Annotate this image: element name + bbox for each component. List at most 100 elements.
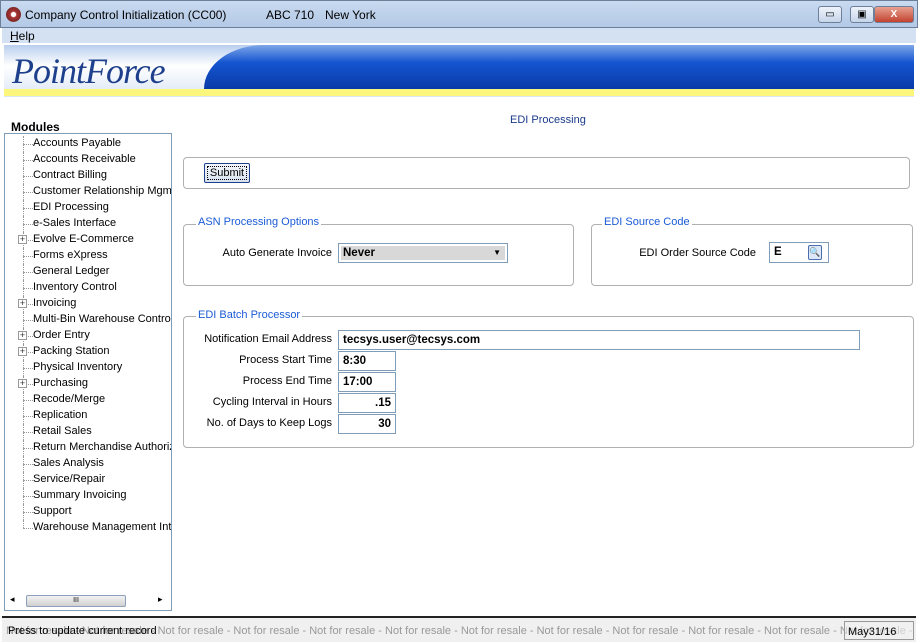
tree-item[interactable]: Return Merchandise Authoriz — [5, 440, 171, 456]
tree-item[interactable]: Accounts Payable — [5, 136, 171, 152]
tree-item-label: Replication — [33, 409, 88, 421]
tree-item-label: Invoicing — [33, 297, 77, 309]
tree-item[interactable]: + Evolve E-Commerce — [5, 232, 171, 248]
tree-item[interactable]: e-Sales Interface — [5, 216, 171, 232]
banner: PointForce — [4, 45, 914, 97]
tree-item[interactable]: Forms eXpress — [5, 248, 171, 264]
tree-item[interactable]: Summary Invoicing — [5, 488, 171, 504]
tree-item-label: Physical Inventory — [33, 361, 123, 373]
menu-bar: Help — [2, 28, 916, 43]
tree-item-label: Summary Invoicing — [33, 489, 127, 501]
page-title: EDI Processing — [510, 114, 586, 126]
location: New York — [325, 8, 376, 22]
batch-field-input[interactable]: 17:00 — [338, 372, 396, 392]
tree-item[interactable]: Contract Billing — [5, 168, 171, 184]
tree-item[interactable]: Multi-Bin Warehouse Control — [5, 312, 171, 328]
minimize-button[interactable]: ▭ — [818, 6, 842, 23]
batch-field-label: Process End Time — [242, 375, 332, 387]
close-button[interactable]: X — [874, 6, 914, 23]
asn-options-legend: ASN Processing Options — [196, 216, 322, 228]
batch-field-input[interactable]: 30 — [338, 414, 396, 434]
auto-invoice-label: Auto Generate Invoice — [222, 247, 332, 259]
batch-field-label: Notification Email Address — [204, 333, 332, 345]
tree-item-label: Accounts Receivable — [33, 153, 136, 165]
menu-help[interactable]: Help — [10, 29, 35, 43]
tree-item-label: Return Merchandise Authoriz — [33, 441, 172, 453]
expand-icon[interactable]: + — [18, 235, 27, 244]
tree-item[interactable]: Service/Repair — [5, 472, 171, 488]
batch-field-input[interactable]: .15 — [338, 393, 396, 413]
batch-field-label: Cycling Interval in Hours — [212, 396, 332, 408]
submit-group — [183, 157, 910, 189]
tree-item[interactable]: Replication — [5, 408, 171, 424]
tree-item[interactable]: EDI Processing — [5, 200, 171, 216]
status-message: Press to update current record — [8, 625, 157, 637]
tree-item[interactable]: + Order Entry — [5, 328, 171, 344]
submit-button[interactable]: Submit — [204, 163, 250, 183]
tree-horizontal-scrollbar[interactable]: ◂ III ▸ — [8, 594, 168, 608]
tree-item-label: Support — [33, 505, 72, 517]
tree-item-label: Packing Station — [33, 345, 110, 357]
lookup-icon[interactable]: 🔍 — [808, 245, 822, 260]
scroll-left-icon[interactable]: ◂ — [10, 594, 15, 605]
tree-item[interactable]: Support — [5, 504, 171, 520]
batch-field-label: No. of Days to Keep Logs — [206, 417, 332, 429]
expand-icon[interactable]: + — [18, 379, 27, 388]
scroll-right-icon[interactable]: ▸ — [158, 594, 163, 605]
source-code-value: E — [774, 246, 782, 258]
modules-tree[interactable]: Accounts Payable Accounts Receivable Contr… — [4, 133, 172, 611]
tree-item[interactable]: Retail Sales — [5, 424, 171, 440]
tree-item-label: Order Entry — [33, 329, 90, 341]
tree-item[interactable]: + Packing Station — [5, 344, 171, 360]
tree-item-label: Sales Analysis — [33, 457, 104, 469]
modules-title: Modules — [11, 120, 60, 134]
scroll-thumb[interactable]: III — [26, 595, 126, 607]
tree-item-label: Warehouse Management Int — [33, 521, 172, 533]
batch-field-input[interactable]: tecsys.user@tecsys.com — [338, 330, 860, 350]
app-icon[interactable] — [6, 7, 21, 22]
tree-item-label: EDI Processing — [33, 201, 109, 213]
tree-item[interactable]: Recode/Merge — [5, 392, 171, 408]
company-code: ABC 710 — [266, 8, 315, 22]
expand-icon[interactable]: + — [18, 347, 27, 356]
tree-item[interactable]: Warehouse Management Int — [5, 520, 171, 536]
tree-item[interactable]: Customer Relationship Mgmt — [5, 184, 171, 200]
status-bar: Not for resale - Not for resale - Not fo… — [2, 616, 916, 642]
tree-item[interactable]: General Ledger — [5, 264, 171, 280]
expand-icon[interactable]: + — [18, 331, 27, 340]
tree-item-label: Purchasing — [33, 377, 89, 389]
tree-item-label: Accounts Payable — [33, 137, 122, 149]
pointforce-logo: PointForce — [12, 51, 166, 91]
dropdown-arrow-icon[interactable]: ▼ — [493, 246, 501, 260]
main-panel: EDI Processing Submit ASN Processing Opt… — [180, 106, 914, 612]
batch-processor-legend: EDI Batch Processor — [196, 309, 303, 321]
source-code-label: EDI Order Source Code — [639, 247, 756, 259]
tree-item-label: Inventory Control — [33, 281, 117, 293]
tree-item-label: Recode/Merge — [33, 393, 106, 405]
expand-icon[interactable]: + — [18, 299, 27, 308]
tree-item-label: Service/Repair — [33, 473, 106, 485]
tree-item-label: Multi-Bin Warehouse Control — [33, 313, 172, 325]
auto-invoice-select[interactable]: Never ▼ — [338, 243, 508, 263]
tree-item[interactable]: + Purchasing — [5, 376, 171, 392]
tree-item[interactable]: Accounts Receivable — [5, 152, 171, 168]
status-date: May31/16 — [844, 621, 914, 640]
tree-item[interactable]: Inventory Control — [5, 280, 171, 296]
auto-invoice-value: Never — [343, 247, 375, 259]
tree-item[interactable]: Sales Analysis — [5, 456, 171, 472]
source-code-input[interactable]: E 🔍 — [769, 242, 829, 263]
restore-button[interactable]: ▣ — [850, 6, 874, 23]
tree-item-label: Evolve E-Commerce — [33, 233, 134, 245]
tree-item-label: Retail Sales — [33, 425, 92, 437]
tree-item-label: Forms eXpress — [33, 249, 108, 261]
window-title: Company Control Initialization (CC00) — [25, 8, 227, 22]
tree-item-label: e-Sales Interface — [33, 217, 117, 229]
tree-item-label: General Ledger — [33, 265, 110, 277]
tree-item[interactable]: + Invoicing — [5, 296, 171, 312]
batch-field-label: Process Start Time — [239, 354, 332, 366]
batch-field-input[interactable]: 8:30 — [338, 351, 396, 371]
source-code-legend: EDI Source Code — [602, 216, 692, 228]
tree-item[interactable]: Physical Inventory — [5, 360, 171, 376]
title-bar: Company Control Initialization (CC00) AB… — [0, 0, 918, 28]
tree-item-label: Customer Relationship Mgmt — [33, 185, 172, 197]
